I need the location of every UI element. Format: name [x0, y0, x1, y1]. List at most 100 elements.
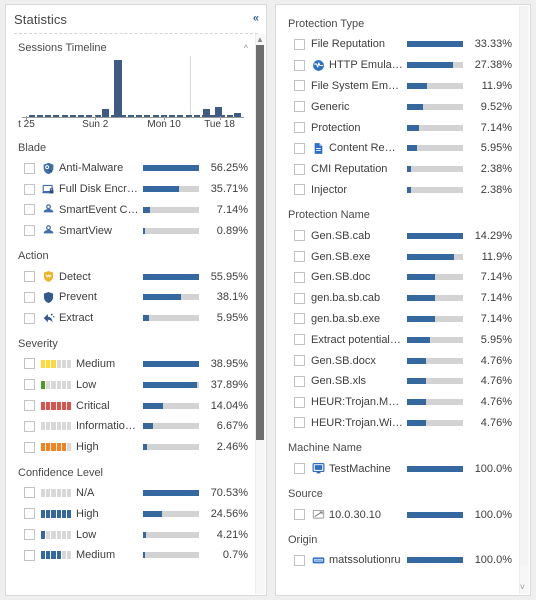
stat-row[interactable]: Low 4.21%: [18, 524, 248, 545]
row-checkbox[interactable]: [294, 463, 305, 475]
stat-row[interactable]: Full Disk Encryption 35.71%: [18, 179, 248, 200]
row-checkbox[interactable]: [24, 225, 35, 237]
stat-progress-bar: [407, 41, 463, 48]
row-checkbox[interactable]: [24, 204, 35, 216]
stat-row[interactable]: Medium 38.95%: [18, 354, 248, 375]
row-checkbox[interactable]: [294, 101, 305, 113]
stat-row[interactable]: Extract potentially malici... 5.95%: [288, 329, 512, 350]
stat-row[interactable]: CMI Reputation 2.38%: [288, 159, 512, 180]
stat-row[interactable]: SmartEvent Client 7.14%: [18, 200, 248, 221]
stat-row[interactable]: Protection 7.14%: [288, 117, 512, 138]
stat-row[interactable]: Injector 2.38%: [288, 180, 512, 201]
row-checkbox[interactable]: [24, 183, 35, 195]
stat-progress-fill: [407, 295, 435, 302]
left-scroll-area[interactable]: Sessions Timeline ^ t 25 Sun 2 Mon 10 Tue 18 B…: [6, 34, 266, 594]
stat-row[interactable]: Generic 9.52%: [288, 96, 512, 117]
stat-row[interactable]: High 2.46%: [18, 437, 248, 458]
row-checkbox[interactable]: [24, 379, 35, 391]
stat-row[interactable]: Prevent 38.1%: [18, 287, 248, 308]
row-checkbox[interactable]: [24, 400, 35, 412]
row-checkbox[interactable]: [294, 355, 305, 367]
stat-row[interactable]: Critical 14.04%: [18, 395, 248, 416]
stat-progress-bar: [407, 557, 463, 564]
chart-bar: [114, 60, 123, 117]
section-title-machine-name: Machine Name: [288, 442, 362, 455]
right-scrollbar[interactable]: [519, 6, 529, 594]
stat-row-value: 2.46%: [216, 441, 248, 454]
row-checkbox[interactable]: [24, 271, 35, 283]
stat-row[interactable]: TestMachine 100.0%: [288, 458, 512, 479]
row-checkbox[interactable]: [294, 509, 305, 521]
row-checkbox[interactable]: [24, 508, 35, 520]
stat-row[interactable]: Medium 0.7%: [18, 545, 248, 566]
left-scrollbar[interactable]: ▲: [255, 34, 265, 594]
stat-row[interactable]: N/A 70.53%: [18, 483, 248, 504]
stat-row[interactable]: Anti-Malware 56.25%: [18, 158, 248, 179]
stat-row[interactable]: Low 37.89%: [18, 374, 248, 395]
stat-progress-bar: [407, 465, 463, 472]
collapse-panel-icon[interactable]: «: [252, 12, 259, 27]
right-scrollbar-thumb[interactable]: [520, 6, 528, 566]
row-checkbox[interactable]: [294, 38, 305, 50]
stat-progress-fill: [143, 489, 199, 496]
sessions-timeline-chart[interactable]: t 25 Sun 2 Mon 10 Tue 18: [18, 56, 248, 134]
chevron-up-icon[interactable]: ^: [244, 43, 248, 53]
row-checkbox[interactable]: [24, 291, 35, 303]
stat-row[interactable]: HEUR:Trojan.Win32.Gene... 4.76%: [288, 413, 512, 434]
stat-progress-fill: [407, 419, 426, 426]
row-checkbox[interactable]: [294, 122, 305, 134]
stat-row[interactable]: Gen.SB.exe 11.9%: [288, 246, 512, 267]
row-checkbox[interactable]: [294, 554, 305, 566]
stat-row[interactable]: Detect 55.95%: [18, 266, 248, 287]
row-checkbox[interactable]: [294, 142, 305, 154]
stat-row[interactable]: Gen.SB.doc 7.14%: [288, 267, 512, 288]
row-checkbox[interactable]: [294, 184, 305, 196]
row-checkbox[interactable]: [294, 396, 305, 408]
stat-row[interactable]: HEUR:Trojan.MSOffice.S... 4.76%: [288, 392, 512, 413]
stat-row[interactable]: HTTP Emulation 27.38%: [288, 55, 512, 76]
row-checkbox[interactable]: [294, 251, 305, 263]
scroll-down-chevron-icon[interactable]: ˅: [520, 582, 525, 592]
scroll-up-icon[interactable]: ▲: [255, 34, 265, 45]
row-checkbox[interactable]: [294, 59, 305, 71]
left-scrollbar-thumb[interactable]: [256, 45, 264, 440]
stat-row[interactable]: Gen.SB.docx 4.76%: [288, 350, 512, 371]
row-checkbox[interactable]: [24, 441, 35, 453]
stat-row[interactable]: SmartView 0.89%: [18, 220, 248, 241]
row-checkbox[interactable]: [24, 162, 35, 174]
stat-row[interactable]: matssolutionru 100.0%: [288, 550, 512, 571]
stat-row[interactable]: High 24.56%: [18, 503, 248, 524]
row-checkbox[interactable]: [24, 529, 35, 541]
row-checkbox[interactable]: [294, 230, 305, 242]
stat-row[interactable]: File Reputation 33.33%: [288, 34, 512, 55]
stat-row[interactable]: Content Removal 5.95%: [288, 138, 512, 159]
right-scroll-area[interactable]: Protection Type File Reputation 33.33% HTTP…: [276, 6, 530, 594]
stat-row-value: 100.0%: [474, 462, 512, 475]
row-checkbox[interactable]: [24, 358, 35, 370]
row-checkbox[interactable]: [294, 292, 305, 304]
stat-row[interactable]: Gen.SB.cab 14.29%: [288, 225, 512, 246]
stat-row[interactable]: gen.ba.sb.exe 7.14%: [288, 309, 512, 330]
row-checkbox[interactable]: [294, 313, 305, 325]
row-checkbox[interactable]: [24, 420, 35, 432]
row-checkbox[interactable]: [294, 417, 305, 429]
stat-row-value: 27.38%: [474, 59, 512, 72]
row-checkbox[interactable]: [294, 271, 305, 283]
stat-row[interactable]: Informational 6.67%: [18, 416, 248, 437]
stat-row[interactable]: gen.ba.sb.cab 7.14%: [288, 288, 512, 309]
stat-row[interactable]: 10.0.30.10 100.0%: [288, 504, 512, 525]
row-checkbox[interactable]: [294, 375, 305, 387]
stat-row-label: Extract: [59, 312, 94, 325]
stat-row[interactable]: Gen.SB.xls 4.76%: [288, 371, 512, 392]
stat-progress-bar: [143, 206, 199, 213]
stat-row[interactable]: File System Emulation 11.9%: [288, 76, 512, 97]
stat-row[interactable]: Extract 5.95%: [18, 308, 248, 329]
row-checkbox[interactable]: [24, 549, 35, 561]
row-checkbox[interactable]: [294, 163, 305, 175]
stat-row-label: Gen.SB.cab: [311, 229, 371, 242]
row-checkbox[interactable]: [24, 487, 35, 499]
row-checkbox[interactable]: [24, 312, 35, 324]
row-checkbox[interactable]: [294, 334, 305, 346]
row-checkbox[interactable]: [294, 80, 305, 92]
stat-row-label: File System Emulation: [311, 79, 403, 92]
